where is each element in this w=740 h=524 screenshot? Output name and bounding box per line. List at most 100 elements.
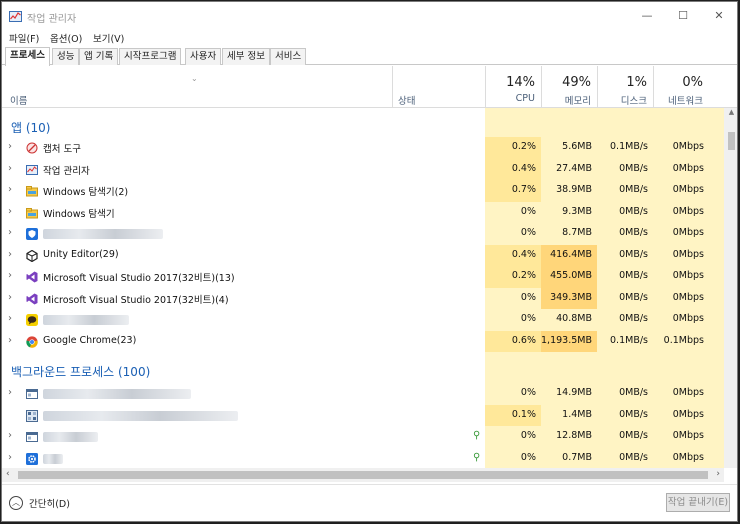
scroll-up-icon[interactable]: ▲ xyxy=(724,108,737,120)
process-row[interactable]: › 작업 관리자 0.4% 27.4MB 0MB/s 0Mbps xyxy=(2,158,724,180)
expand-chevron-icon[interactable]: › xyxy=(8,313,12,324)
menu-options[interactable]: 옵션(O) xyxy=(50,31,82,45)
process-row[interactable]: › Windows 탐색기 0% 9.3MB 0MB/s 0Mbps xyxy=(2,202,724,224)
fewer-details-label: 간단히(D) xyxy=(29,499,70,510)
tab-details[interactable]: 세부 정보 xyxy=(222,48,270,65)
expand-chevron-icon[interactable]: › xyxy=(8,452,12,463)
cell-mem: 349.3MB xyxy=(550,291,592,303)
cell-net: 0Mbps xyxy=(672,313,704,324)
process-name: 캡처 도구 xyxy=(43,144,81,155)
expand-chevron-icon[interactable]: › xyxy=(8,184,12,195)
menu-file[interactable]: 파일(F) xyxy=(9,31,39,45)
expand-chevron-icon[interactable]: › xyxy=(8,227,12,238)
efficiency-leaf-icon: ⚲ xyxy=(473,451,481,463)
cell-disk: 0MB/s xyxy=(619,248,648,260)
cell-net: 0Mbps xyxy=(672,291,704,303)
close-button[interactable]: ✕ xyxy=(701,2,737,30)
vertical-scrollbar[interactable]: ▲ xyxy=(724,108,737,468)
cell-net: 0.1Mbps xyxy=(663,334,704,346)
horizontal-scrollbar[interactable]: ‹ › xyxy=(2,468,724,482)
expand-chevron-icon[interactable]: › xyxy=(8,335,12,346)
expand-chevron-icon[interactable]: › xyxy=(8,249,12,260)
process-name: Windows 탐색기(2) xyxy=(43,187,129,198)
redacted-name xyxy=(43,432,98,442)
end-task-button[interactable]: 작업 끝내기(E) xyxy=(666,493,730,512)
tab-app-history[interactable]: 앱 기록 xyxy=(79,48,119,65)
process-row[interactable]: › 0% 8.7MB 0MB/s 0Mbps xyxy=(2,223,724,245)
cell-cpu: 0.2% xyxy=(511,270,536,281)
column-memory[interactable]: 49% 메모리 xyxy=(541,66,597,108)
process-row[interactable]: › 0% 14.9MB 0MB/s 0Mbps xyxy=(2,383,724,405)
expand-chevron-icon[interactable]: › xyxy=(8,141,12,152)
cell-disk: 0.1MB/s xyxy=(610,334,648,346)
cell-mem: 455.0MB xyxy=(550,270,592,281)
visual-studio-icon xyxy=(26,293,38,305)
title-bar: 작업 관리자 — ☐ ✕ xyxy=(2,2,737,30)
process-row[interactable]: › ⚲ 0% 0.7MB 0MB/s 0Mbps xyxy=(2,448,724,469)
group-apps[interactable]: 앱 (10) xyxy=(2,110,724,140)
expand-chevron-icon[interactable]: › xyxy=(8,387,12,398)
expand-chevron-icon[interactable]: › xyxy=(8,430,12,441)
chat-bubble-icon xyxy=(26,314,38,326)
redacted-name xyxy=(43,315,129,325)
vertical-scroll-thumb[interactable] xyxy=(728,132,735,150)
cpu-label: CPU xyxy=(515,93,535,104)
process-name: Microsoft Visual Studio 2017(32비트)(13) xyxy=(43,273,235,284)
cell-disk: 0MB/s xyxy=(619,408,648,420)
process-row[interactable]: › Google Chrome(23) 0.6% 1,193.5MB 0.1MB/s 0.… xyxy=(2,330,724,352)
group-background[interactable]: 백그라운드 프로세스 (100) xyxy=(2,354,724,384)
scroll-right-icon[interactable]: › xyxy=(716,469,720,479)
expand-chevron-icon[interactable]: › xyxy=(8,292,12,303)
sort-chevron-icon[interactable]: ⌄ xyxy=(191,74,198,83)
maximize-button[interactable]: ☐ xyxy=(665,2,701,30)
process-row[interactable]: › Microsoft Visual Studio 2017(32비트)(13) 0… xyxy=(2,266,724,288)
column-name[interactable]: 이름 xyxy=(10,93,27,107)
network-label: 네트워크 xyxy=(668,96,703,107)
cell-cpu: 0% xyxy=(520,430,536,441)
cpu-total: 14% xyxy=(506,75,535,90)
cell-cpu: 0.7% xyxy=(511,184,536,195)
snipping-tool-icon xyxy=(26,142,38,154)
column-network[interactable]: 0% 네트워크 xyxy=(653,66,709,108)
process-row[interactable]: › ⚲ 0% 12.8MB 0MB/s 0Mbps xyxy=(2,426,724,448)
group-label: 앱 (10) xyxy=(11,121,51,135)
process-row[interactable]: › Unity Editor(29) 0.4% 416.4MB 0MB/s 0Mbps xyxy=(2,244,724,266)
process-row[interactable]: › Windows 탐색기(2) 0.7% 38.9MB 0MB/s 0Mbps xyxy=(2,180,724,202)
fewer-details-button[interactable]: ︿ 간단히(D) xyxy=(9,494,70,512)
cell-cpu: 0% xyxy=(520,205,536,217)
process-row[interactable]: 0.1% 1.4MB 0MB/s 0Mbps xyxy=(2,404,724,426)
cell-disk: 0MB/s xyxy=(619,162,648,174)
column-disk[interactable]: 1% 디스크 xyxy=(597,66,653,108)
column-status[interactable]: 상태 xyxy=(398,93,415,107)
cell-disk: 0MB/s xyxy=(619,227,648,238)
column-cpu[interactable]: 14% CPU xyxy=(485,66,541,108)
process-row[interactable]: › Microsoft Visual Studio 2017(32비트)(4) 0%… xyxy=(2,287,724,309)
chevron-up-icon: ︿ xyxy=(9,496,23,510)
window-icon xyxy=(26,431,38,443)
tab-startup[interactable]: 시작프로그램 xyxy=(119,48,182,65)
group-label: 백그라운드 프로세스 (100) xyxy=(11,365,151,379)
process-name: Google Chrome(23) xyxy=(43,334,137,346)
cell-net: 0Mbps xyxy=(672,430,704,441)
tab-performance[interactable]: 성능 xyxy=(52,48,80,65)
menu-view[interactable]: 보기(V) xyxy=(93,31,124,45)
chrome-icon xyxy=(26,335,38,348)
shield-icon xyxy=(26,228,38,240)
redacted-name xyxy=(43,410,238,421)
process-row[interactable]: › 캡처 도구 0.2% 5.6MB 0.1MB/s 0Mbps xyxy=(2,137,724,159)
tab-users[interactable]: 사용자 xyxy=(185,48,222,65)
tab-services[interactable]: 서비스 xyxy=(270,48,307,65)
cell-mem: 9.3MB xyxy=(562,205,592,217)
expand-chevron-icon[interactable]: › xyxy=(8,270,12,281)
expand-chevron-icon[interactable]: › xyxy=(8,206,12,217)
cell-disk: 0MB/s xyxy=(619,270,648,281)
footer-bar: ︿ 간단히(D) 작업 끝내기(E) xyxy=(2,484,737,521)
scroll-left-icon[interactable]: ‹ xyxy=(6,469,10,479)
expand-chevron-icon[interactable]: › xyxy=(8,163,12,174)
process-row[interactable]: › 0% 40.8MB 0MB/s 0Mbps xyxy=(2,309,724,331)
horizontal-scroll-thumb[interactable] xyxy=(18,471,708,479)
minimize-button[interactable]: — xyxy=(629,2,665,30)
tab-processes[interactable]: 프로세스 xyxy=(5,47,50,66)
cell-net: 0Mbps xyxy=(672,408,704,420)
task-manager-icon xyxy=(26,164,38,176)
